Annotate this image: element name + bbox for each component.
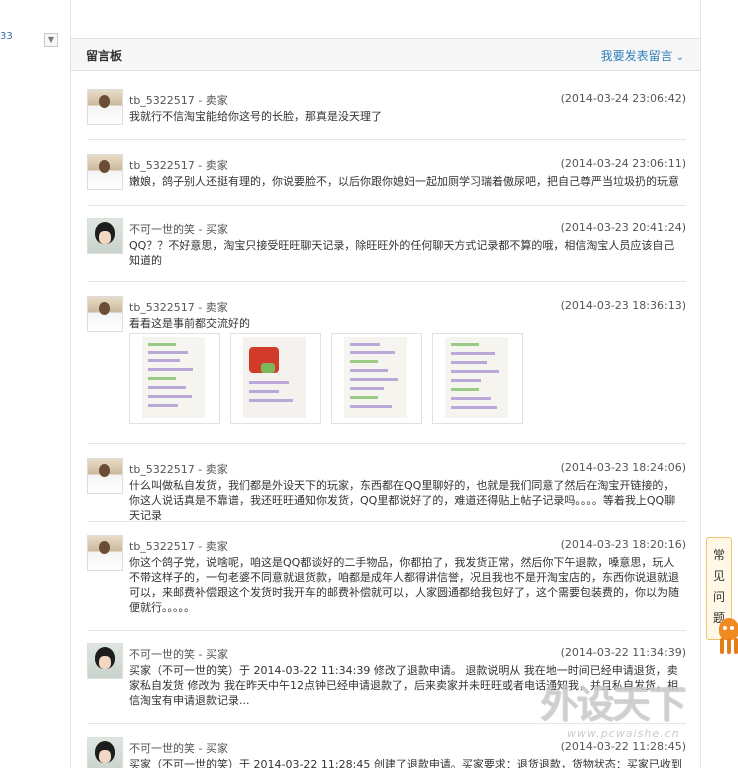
message-item: tb_5322517 - 卖家 (2014-03-23 18:20:16) 你这…	[87, 535, 686, 631]
buyer-avatar[interactable]	[87, 643, 123, 679]
message-board-header: 留言板 我要发表留言 ⌄	[71, 38, 700, 71]
message-author[interactable]: tb_5322517 - 卖家	[129, 92, 228, 108]
mascot-icon[interactable]	[716, 618, 738, 662]
message-author[interactable]: 不可一世的笑 - 买家	[129, 221, 228, 237]
message-time: (2014-03-24 23:06:42)	[560, 92, 686, 105]
message-author[interactable]: 不可一世的笑 - 买家	[129, 646, 228, 662]
message-content: 我就行不信淘宝能给你这号的长脸，那真是没天理了	[129, 110, 382, 123]
message-author[interactable]: tb_5322517 - 卖家	[129, 461, 228, 477]
message-time: (2014-03-23 20:41:24)	[560, 221, 686, 234]
message-time: (2014-03-24 23:06:11)	[560, 157, 686, 170]
faq-tab-char: 常	[712, 548, 725, 562]
message-time: (2014-03-23 18:24:06)	[560, 461, 686, 474]
message-content: QQ？？不好意思，淘宝只接受旺旺聊天记录，除旺旺外的任何聊天方式记录都不算的哦，…	[129, 239, 675, 267]
chat-screenshot-thumbnail[interactable]	[129, 333, 220, 424]
message-author[interactable]: 不可一世的笑 - 买家	[129, 740, 228, 756]
red-photo-thumbnail[interactable]	[230, 333, 321, 424]
message-item: 不可一世的笑 - 买家 (2014-03-23 20:41:24) QQ？？不好…	[87, 218, 686, 282]
chat-screenshot-thumbnail[interactable]	[432, 333, 523, 424]
left-sidebar: 33 ▼	[0, 0, 70, 768]
seller-avatar[interactable]	[87, 89, 123, 125]
message-board: 留言板 我要发表留言 ⌄ tb_5322517 - 卖家 (2014-03-24 …	[71, 38, 700, 768]
post-message-label: 我要发表留言	[600, 49, 673, 63]
message-time: (2014-03-23 18:20:16)	[560, 538, 686, 551]
sidebar-number: 33	[0, 31, 13, 42]
message-author[interactable]: tb_5322517 - 卖家	[129, 299, 228, 315]
seller-avatar[interactable]	[87, 458, 123, 494]
page-title: 留言板	[86, 49, 123, 63]
message-item: tb_5322517 - 卖家 (2014-03-23 18:36:13) 看看…	[87, 296, 686, 444]
post-message-button[interactable]: 我要发表留言 ⌄	[601, 47, 684, 64]
seller-avatar[interactable]	[87, 154, 123, 190]
message-time: (2014-03-23 18:36:13)	[560, 299, 686, 312]
chevron-down-icon: ⌄	[675, 52, 684, 63]
message-content: 什么叫做私自发货，我们都是外设天下的玩家，东西都在QQ里聊好的，也就是我们同意了…	[129, 479, 676, 522]
watermark-logo: 外设天下	[540, 681, 686, 726]
message-item: tb_5322517 - 卖家 (2014-03-24 23:06:42) 我就…	[87, 89, 686, 140]
message-content: 买家（不可一世的笑）于 2014-03-22 11:28:45 创建了退款申请。…	[129, 758, 682, 768]
message-author[interactable]: tb_5322517 - 卖家	[129, 157, 228, 173]
message-time: (2014-03-22 11:34:39)	[560, 646, 686, 659]
message-item: tb_5322517 - 卖家 (2014-03-23 18:24:06) 什么…	[87, 458, 686, 522]
message-content: 你这个鸽子党，说啥呢，咱这是QQ都谈好的二手物品，你都拍了，我发货正常，然后你下…	[129, 556, 679, 614]
watermark-url: www.pcwaishe.cn	[567, 727, 680, 740]
chat-screenshot-thumbnail[interactable]	[331, 333, 422, 424]
message-content: 嫩娘，鸽子别人还挺有理的，你说要脸不，以后你跟你媳妇一起加厕学习瑞着傲尿吧，把自…	[129, 175, 679, 188]
faq-tab-char: 见	[712, 569, 725, 583]
divider	[700, 0, 701, 768]
watermark: 外设天下 www.pcwaishe.cn	[540, 673, 738, 755]
seller-avatar[interactable]	[87, 296, 123, 332]
message-content: 看看这是事前都交流好的	[129, 317, 250, 330]
buyer-avatar[interactable]	[87, 737, 123, 768]
message-author[interactable]: tb_5322517 - 卖家	[129, 538, 228, 554]
seller-avatar[interactable]	[87, 535, 123, 571]
chevron-down-icon[interactable]: ▼	[44, 33, 58, 47]
faq-tab-char: 问	[712, 590, 725, 604]
message-item: tb_5322517 - 卖家 (2014-03-24 23:06:11) 嫩娘…	[87, 154, 686, 206]
buyer-avatar[interactable]	[87, 218, 123, 254]
